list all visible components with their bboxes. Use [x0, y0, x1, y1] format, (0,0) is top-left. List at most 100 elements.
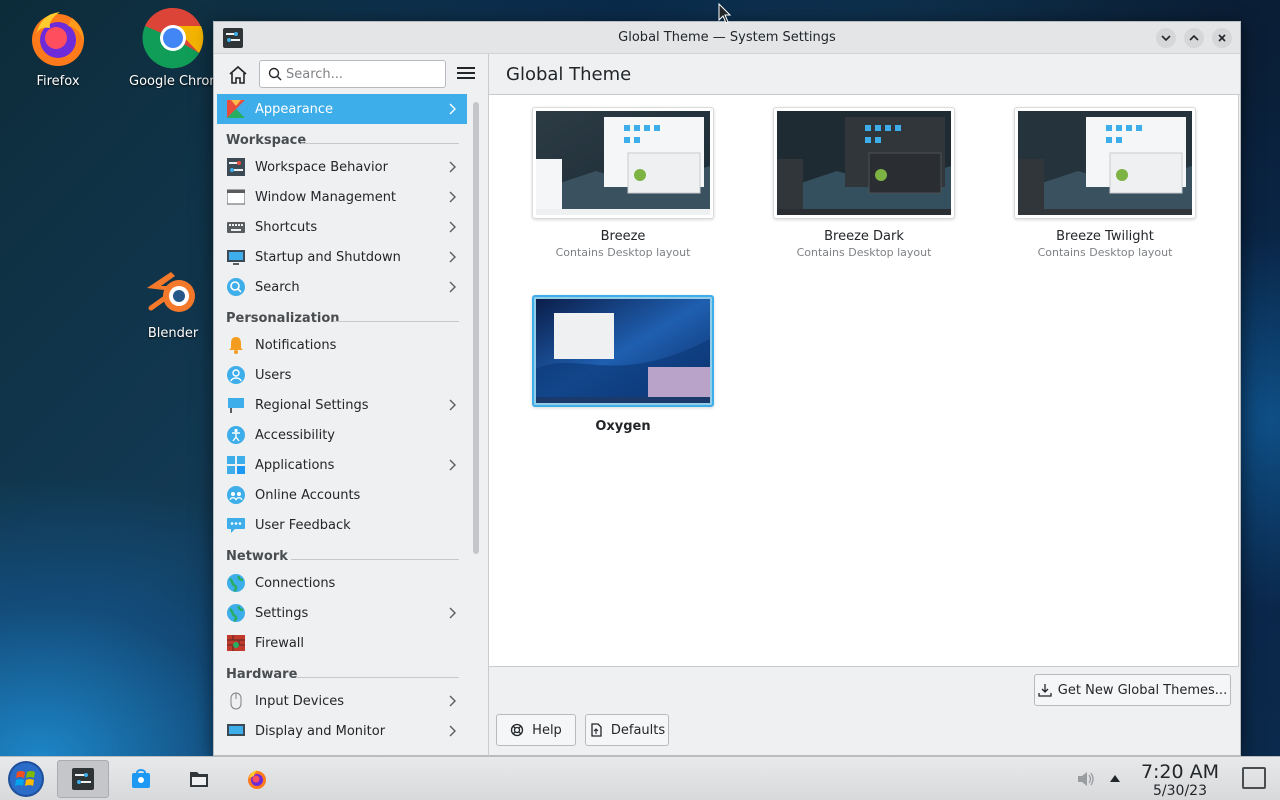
minimize-button[interactable] — [1156, 28, 1176, 48]
button-label: Help — [532, 722, 562, 738]
globe-icon — [227, 574, 245, 592]
theme-name: Breeze — [600, 229, 646, 244]
section-header-network: Network — [217, 540, 467, 568]
chevron-right-icon — [449, 607, 456, 619]
sidebar: Appearance Workspace Workspace Behavior … — [217, 94, 467, 757]
accessibility-icon — [227, 426, 245, 444]
search-input[interactable] — [286, 64, 436, 84]
section-header-hardware: Hardware — [217, 658, 467, 686]
sidebar-item-firewall[interactable]: Firewall — [217, 628, 467, 658]
blender-icon — [147, 272, 195, 312]
chevron-right-icon — [449, 281, 456, 293]
sidebar-item-label: User Feedback — [255, 517, 351, 533]
sidebar-item-applications[interactable]: Applications — [217, 450, 467, 480]
taskbar-item-firefox[interactable] — [231, 760, 283, 798]
help-button[interactable]: Help — [496, 714, 576, 746]
home-icon[interactable] — [226, 63, 250, 87]
sidebar-item-display-and-monitor[interactable]: Display and Monitor — [217, 716, 467, 746]
sidebar-item-accessibility[interactable]: Accessibility — [217, 420, 467, 450]
application-launcher-icon[interactable] — [5, 759, 47, 799]
show-desktop-button[interactable] — [1242, 767, 1266, 789]
sidebar-item-network-settings[interactable]: Settings — [217, 598, 467, 628]
theme-card-breeze-twilight[interactable]: Breeze Twilight Contains Desktop layout — [1014, 107, 1196, 259]
firefox-icon — [248, 770, 266, 789]
sidebar-item-user-feedback[interactable]: User Feedback — [217, 510, 467, 540]
sidebar-toolbar — [214, 54, 488, 94]
maximize-button[interactable] — [1184, 28, 1204, 48]
close-icon — [1218, 34, 1226, 42]
sidebar-item-startup-and-shutdown[interactable]: Startup and Shutdown — [217, 242, 467, 272]
chevron-right-icon — [449, 695, 456, 707]
search-field[interactable] — [259, 60, 446, 88]
sidebar-item-label: Workspace Behavior — [255, 159, 388, 175]
desktop-icon-blender[interactable]: Blender — [125, 258, 221, 341]
taskbar-item-file-manager[interactable] — [173, 760, 225, 798]
defaults-button[interactable]: Defaults — [585, 714, 669, 746]
theme-subtitle: Contains Desktop layout — [796, 246, 932, 259]
sidebar-item-label: Applications — [255, 457, 335, 473]
sidebar-item-label: Notifications — [255, 337, 337, 353]
sidebar-item-shortcuts[interactable]: Shortcuts — [217, 212, 467, 242]
chevron-up-icon[interactable] — [1108, 772, 1122, 784]
sidebar-item-appearance[interactable]: Appearance — [217, 94, 467, 124]
taskbar-item-discover[interactable] — [115, 760, 167, 798]
appearance-icon — [227, 100, 245, 118]
sidebar-item-label: Firewall — [255, 635, 305, 651]
firewall-icon — [227, 635, 245, 651]
sidebar-item-label: Settings — [255, 605, 309, 621]
sidebar-item-input-devices[interactable]: Input Devices — [217, 686, 467, 716]
sidebar-item-label: Search — [255, 279, 300, 295]
feedback-icon — [227, 518, 245, 533]
sidebar-item-online-accounts[interactable]: Online Accounts — [217, 480, 467, 510]
sidebar-item-label: Online Accounts — [255, 487, 361, 503]
bell-icon — [229, 337, 243, 354]
chevron-right-icon — [449, 725, 456, 737]
sidebar-item-workspace-behavior[interactable]: Workspace Behavior — [217, 152, 467, 182]
sidebar-item-label: Input Devices — [255, 693, 345, 709]
online-accounts-icon — [227, 486, 245, 504]
chrome-icon — [142, 7, 204, 69]
firefox-icon — [32, 12, 84, 66]
document-revert-icon — [591, 723, 602, 737]
theme-card-breeze-dark[interactable]: Breeze Dark Contains Desktop layout — [773, 107, 955, 259]
help-icon — [511, 723, 524, 737]
titlebar[interactable]: Global Theme — System Settings — [214, 22, 1240, 54]
sidebar-item-label: Regional Settings — [255, 397, 369, 413]
taskbar: 7:20 AM 5/30/23 — [0, 756, 1280, 800]
theme-name: Oxygen — [595, 419, 651, 434]
sidebar-item-label: Startup and Shutdown — [255, 249, 401, 265]
monitor-icon — [227, 250, 245, 265]
search-icon — [268, 67, 282, 81]
close-button[interactable] — [1212, 28, 1232, 48]
theme-card-oxygen[interactable]: Oxygen — [532, 295, 714, 434]
theme-preview — [532, 107, 714, 219]
desktop-icon-chrome[interactable]: Google Chrome — [125, 6, 221, 89]
content-header: Global Theme — [489, 54, 1240, 95]
store-icon — [132, 769, 150, 788]
theme-subtitle: Contains Desktop layout — [1037, 246, 1173, 259]
sidebar-scrollbar[interactable] — [473, 102, 479, 554]
hamburger-menu-icon[interactable] — [457, 65, 475, 81]
sidebar-item-label: Appearance — [255, 101, 334, 117]
sidebar-item-connections[interactable]: Connections — [217, 568, 467, 598]
get-new-global-themes-button[interactable]: Get New Global Themes... — [1034, 674, 1231, 706]
sidebar-item-regional-settings[interactable]: Regional Settings — [217, 390, 467, 420]
flag-icon — [228, 398, 244, 413]
sidebar-item-search[interactable]: Search — [217, 272, 467, 302]
button-label: Get New Global Themes... — [1057, 682, 1228, 698]
volume-icon[interactable] — [1076, 769, 1096, 789]
theme-grid: Breeze Contains Desktop layout Breeze Da… — [489, 95, 1239, 667]
sidebar-item-users[interactable]: Users — [217, 360, 467, 390]
workspace-behavior-icon — [227, 158, 245, 176]
sidebar-item-notifications[interactable]: Notifications — [217, 330, 467, 360]
sidebar-item-label: Shortcuts — [255, 219, 318, 235]
desktop-icon-firefox[interactable]: Firefox — [10, 6, 106, 89]
sidebar-item-window-management[interactable]: Window Management — [217, 182, 467, 212]
digital-clock[interactable]: 7:20 AM 5/30/23 — [1136, 761, 1224, 799]
page-title: Global Theme — [506, 64, 632, 85]
theme-card-breeze[interactable]: Breeze Contains Desktop layout — [532, 107, 714, 259]
taskbar-item-system-settings[interactable] — [57, 760, 109, 798]
clock-time: 7:20 AM — [1140, 761, 1220, 783]
chevron-right-icon — [449, 161, 456, 173]
mouse-cursor-icon — [718, 3, 732, 24]
